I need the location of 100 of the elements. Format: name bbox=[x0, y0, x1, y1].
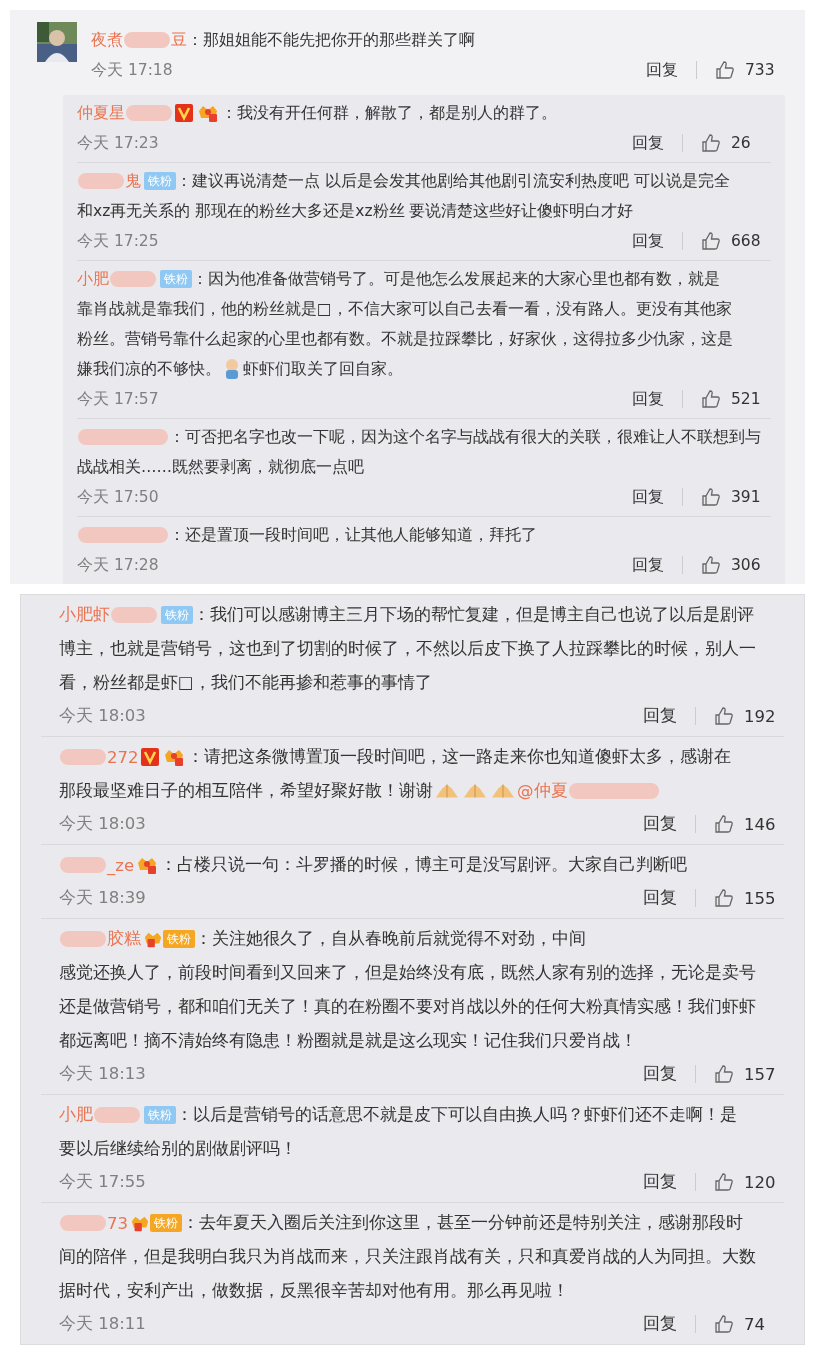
comment-text: ：我们可以感谢博主三月下场的帮忙复建，但是博主自己也说了以后是剧评 bbox=[193, 604, 754, 626]
thumbs-up-icon[interactable] bbox=[714, 1172, 734, 1192]
fan-badge: 铁粉 bbox=[161, 606, 193, 624]
thumbs-up-icon[interactable] bbox=[715, 60, 735, 80]
comment-text: ：因为他准备做营销号了。可是他怎么发展起来的大家心里也都有数，就是 bbox=[192, 268, 720, 290]
like-count: 155 bbox=[744, 888, 777, 908]
crown-icon bbox=[136, 855, 159, 875]
verified-icon bbox=[140, 748, 159, 766]
name-blur bbox=[110, 271, 156, 287]
thumbs-up-icon[interactable] bbox=[701, 133, 721, 153]
like-count: 306 bbox=[731, 556, 762, 574]
like-count: 733 bbox=[745, 61, 776, 79]
name-blur bbox=[78, 173, 124, 189]
like-count: 521 bbox=[731, 390, 762, 408]
name-blur bbox=[94, 1107, 140, 1123]
comment-text: ：建议再说清楚一点 以后是会发其他剧给其他剧引流安利热度吧 可以说是完全 bbox=[176, 170, 730, 192]
comment-time: 今天 18:13 bbox=[59, 1063, 146, 1085]
name-blur bbox=[126, 105, 172, 121]
comment-text: 感觉还换人了，前段时间看到又回来了，但是始终没有底，既然人家有别的选择，无论是卖号 bbox=[59, 962, 756, 984]
comment-text: 间的陪伴，但是我明白我只为肖战而来，只关注跟肖战有关，只和真爱肖战的人为同担。大数 bbox=[59, 1246, 756, 1268]
comment-text: 粉丝。营销号靠什么起家的心里也都有数。不就是拉踩攀比，好家伙，这得拉多少仇家，这是 bbox=[77, 328, 733, 350]
reply-link[interactable]: 回复 bbox=[643, 1313, 677, 1335]
reply-link[interactable]: 回复 bbox=[643, 1063, 677, 1085]
reply-link[interactable]: 回复 bbox=[632, 132, 664, 154]
thumbs-up-icon[interactable] bbox=[714, 1064, 734, 1084]
name-blur bbox=[60, 931, 106, 947]
reply-link[interactable]: 回复 bbox=[643, 1171, 677, 1193]
comment-text: 博主，也就是营销号，这也到了切割的时候了，不然以后皮下换了人拉踩攀比的时候，别人一 bbox=[59, 638, 756, 660]
comment-text: ：请把这条微博置顶一段时间吧，这一路走来你也知道傻虾太多，感谢在 bbox=[186, 746, 731, 768]
praying-hands-icon bbox=[491, 782, 515, 800]
reply-link[interactable]: 回复 bbox=[632, 230, 664, 252]
comment-text: ：可否把名字也改一下呢，因为这个名字与战战有很大的关联，很难让人不联想到与 bbox=[169, 426, 761, 448]
name-blur bbox=[60, 749, 106, 765]
comment-text: 据时代，安利产出，做数据，反黑很辛苦却对他有用。那么再见啦！ bbox=[59, 1280, 569, 1302]
reply-link[interactable]: 回复 bbox=[632, 486, 664, 508]
like-count: 192 bbox=[744, 706, 777, 726]
name-blur bbox=[124, 32, 170, 48]
like-count: 668 bbox=[731, 232, 762, 250]
comment-text: 要以后继续给别的剧做剧评吗！ bbox=[59, 1138, 297, 1160]
like-count: 391 bbox=[731, 488, 762, 506]
comment-text: ：还是置顶一段时间吧，让其他人能够知道，拜托了 bbox=[169, 524, 537, 546]
like-count: 157 bbox=[744, 1064, 777, 1084]
like-count: 26 bbox=[731, 134, 752, 152]
name-blur bbox=[111, 607, 157, 623]
comment-time: 今天 18:11 bbox=[59, 1313, 146, 1335]
comment-time: 今天 17:18 bbox=[91, 59, 173, 81]
fan-badge: 铁粉 bbox=[163, 930, 195, 948]
comment-text: 虾虾们取关了回自家。 bbox=[243, 358, 403, 380]
comment-text: 嫌我们凉的不够快。 bbox=[77, 358, 221, 380]
comment-text: ：我没有开任何群，解散了，都是别人的群了。 bbox=[221, 102, 557, 124]
verified-icon bbox=[175, 104, 193, 122]
comment-time: 今天 17:50 bbox=[77, 486, 159, 508]
comment-time: 今天 17:55 bbox=[59, 1171, 146, 1193]
reply-link[interactable]: 回复 bbox=[643, 887, 677, 909]
reply-link[interactable]: 回复 bbox=[632, 554, 664, 576]
praying-hands-icon bbox=[435, 782, 459, 800]
thumbs-up-icon[interactable] bbox=[701, 231, 721, 251]
comment-time: 今天 18:03 bbox=[59, 813, 146, 835]
fan-badge: 铁粉 bbox=[150, 1214, 182, 1232]
thumbs-up-icon[interactable] bbox=[714, 814, 734, 834]
thumbs-up-icon[interactable] bbox=[714, 1314, 734, 1334]
comment-time: 今天 17:28 bbox=[77, 554, 159, 576]
comment-text: 和xz再无关系的 那现在的粉丝大多还是xz粉丝 要说清楚这些好让傻虾明白才好 bbox=[77, 200, 634, 222]
comment-text: 靠肖战就是靠我们，他的粉丝就是□，不信大家可以自己去看一看，没有路人。更没有其他家 bbox=[77, 298, 732, 320]
thumbs-up-icon[interactable] bbox=[714, 888, 734, 908]
comment-time: 今天 18:39 bbox=[59, 887, 146, 909]
like-count: 146 bbox=[744, 814, 777, 834]
thumbs-up-icon[interactable] bbox=[701, 487, 721, 507]
like-count: 120 bbox=[744, 1172, 777, 1192]
reply-link[interactable]: 回复 bbox=[643, 813, 677, 835]
comment-text: ：以后是营销号的话意思不就是皮下可以自由换人吗？虾虾们还不走啊！是 bbox=[176, 1104, 737, 1126]
crown-icon bbox=[197, 103, 219, 123]
comment-text: ：那姐姐能不能先把你开的那些群关了啊 bbox=[187, 29, 475, 51]
comment-text: 战战相关……既然要剥离，就彻底一点吧 bbox=[77, 456, 364, 478]
name-blur bbox=[60, 1215, 106, 1231]
reply-link[interactable]: 回复 bbox=[643, 705, 677, 727]
like-count: 74 bbox=[744, 1314, 766, 1334]
comment-time: 今天 17:57 bbox=[77, 388, 159, 410]
fan-badge: 铁粉 bbox=[160, 270, 192, 288]
praying-hands-icon bbox=[463, 782, 487, 800]
comment-text: 还是做营销号，都和咱们无关了！真的在粉圈不要对肖战以外的任何大粉真情实感！我们虾虾 bbox=[59, 996, 756, 1018]
fan-badge: 铁粉 bbox=[144, 1106, 176, 1124]
thumbs-up-icon[interactable] bbox=[701, 389, 721, 409]
comment-text: ：占楼只说一句：斗罗播的时候，博主可是没写剧评。大家自己判断吧 bbox=[160, 854, 688, 876]
reply-link[interactable]: 回复 bbox=[632, 388, 664, 410]
comment-text: 那段最坚难日子的相互陪伴，希望好聚好散！谢谢 bbox=[59, 780, 433, 802]
comment-text: 都远离吧！摘不清始终有隐患！粉圈就是就是这么现实！记住我们只爱肖战！ bbox=[59, 1030, 637, 1052]
thumbs-up-icon[interactable] bbox=[701, 555, 721, 575]
comment-text: 看，粉丝都是虾□，我们不能再掺和惹事的事情了 bbox=[59, 672, 432, 694]
comment-text: ：关注她很久了，自从春晚前后就觉得不对劲，中间 bbox=[195, 928, 586, 950]
reply-link[interactable]: 回复 bbox=[646, 59, 678, 81]
comment-text: ：去年夏天入圈后关注到你这里，甚至一分钟前还是特别关注，感谢那段时 bbox=[182, 1212, 743, 1234]
comment-time: 今天 18:03 bbox=[59, 705, 146, 727]
thumbs-up-icon[interactable] bbox=[714, 706, 734, 726]
comment-time: 今天 17:23 bbox=[77, 132, 159, 154]
crown-icon bbox=[162, 747, 185, 767]
name-blur bbox=[60, 857, 106, 873]
fan-badge: 铁粉 bbox=[144, 172, 176, 190]
figure-emoji-icon bbox=[223, 358, 241, 380]
comment-time: 今天 17:25 bbox=[77, 230, 159, 252]
